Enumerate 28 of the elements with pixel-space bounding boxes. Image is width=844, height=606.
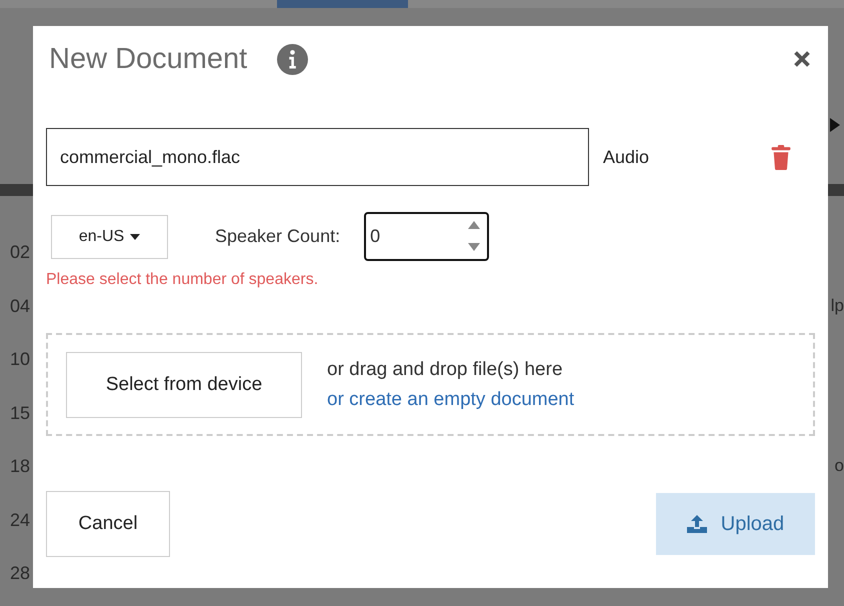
drop-zone[interactable]: Select from device or drag and drop file(s) here or create an empty document [46, 333, 815, 436]
upload-button[interactable]: Upload [656, 493, 815, 555]
close-icon[interactable] [793, 50, 811, 68]
speaker-count-label: Speaker Count: [215, 226, 340, 247]
row-text: lp [830, 296, 844, 316]
upload-icon [686, 515, 707, 533]
create-empty-document-link[interactable]: or create an empty document [327, 388, 574, 410]
row-time: 04 [9, 296, 30, 316]
row-time: 18 [9, 456, 30, 477]
error-message: Please select the number of speakers. [46, 271, 320, 289]
play-icon[interactable] [830, 118, 840, 132]
language-dropdown[interactable]: en-US [51, 214, 168, 258]
row-time: 02 [9, 242, 30, 263]
row-text: o [834, 456, 844, 476]
trash-icon[interactable] [770, 144, 792, 170]
row-time: 24 [9, 510, 30, 530]
caret-icon [130, 234, 140, 240]
dialog-title: New Document [49, 42, 248, 76]
cancel-button[interactable]: Cancel [46, 491, 170, 557]
speaker-count-field[interactable]: 0 [364, 212, 490, 261]
select-from-device-button[interactable]: Select from device [66, 352, 302, 418]
row-time: 15 [9, 402, 30, 424]
file-name-field[interactable]: commercial_mono.flac [46, 128, 589, 186]
file-type-label: Audio [603, 146, 650, 168]
drop-hint: or drag and drop file(s) here [327, 358, 564, 380]
info-icon[interactable] [277, 44, 308, 74]
row-time: 10 [9, 349, 30, 370]
row-time: 28 [9, 563, 30, 584]
